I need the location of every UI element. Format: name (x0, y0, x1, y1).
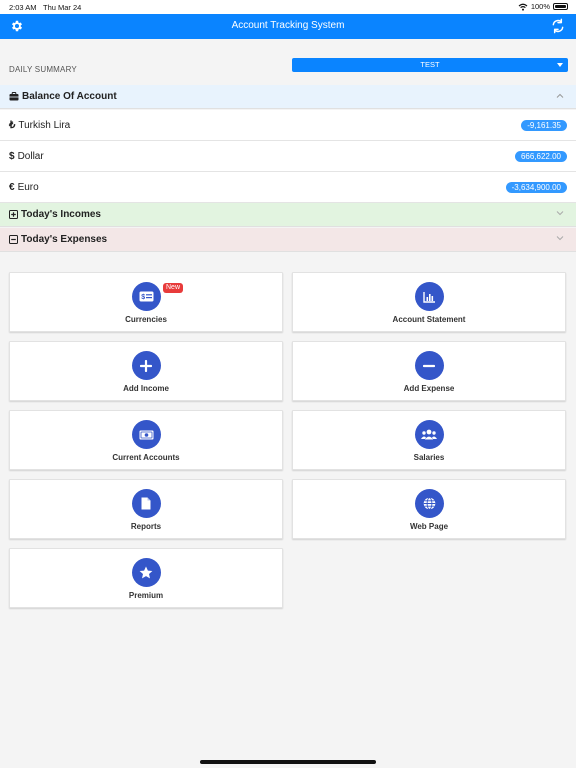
summary-select[interactable]: TEST (292, 58, 568, 72)
expenses-section-title: Today's Expenses (21, 234, 108, 245)
star-icon-circle (131, 558, 161, 587)
currency-name: Dollar (17, 150, 44, 162)
expenses-section-header[interactable]: Today's Expenses (0, 228, 576, 252)
cash-icon-circle (131, 420, 161, 449)
currency-icon-circle: $ (131, 282, 161, 311)
chevron-down-icon (556, 236, 564, 241)
card-label: Salaries (413, 453, 445, 462)
balance-row-euro: € Euro -3,634,900.00 (0, 172, 576, 203)
reports-button[interactable]: Reports (9, 479, 283, 539)
chevron-up-icon (556, 93, 564, 98)
card-label: Currencies (125, 315, 167, 324)
page-title: Account Tracking System (231, 20, 345, 31)
add-income-button[interactable]: Add Income (9, 341, 283, 401)
cash-icon (139, 430, 153, 439)
wifi-icon (518, 3, 528, 11)
lira-icon: ₺ (9, 119, 16, 131)
minus-icon (423, 364, 435, 367)
chart-icon-circle (414, 282, 444, 311)
currency-icon: $ (139, 291, 153, 302)
chevron-down-icon (556, 211, 564, 216)
briefcase-icon (9, 92, 19, 101)
account-statement-button[interactable]: Account Statement (292, 272, 566, 332)
currency-name: Euro (17, 181, 39, 193)
card-label: Add Expense (403, 384, 455, 393)
refresh-icon[interactable] (550, 18, 566, 34)
balance-section-header[interactable]: Balance Of Account (0, 85, 576, 109)
users-icon (421, 429, 437, 440)
minus-icon-circle (414, 351, 444, 380)
caret-down-icon (557, 63, 563, 67)
plus-icon-circle (131, 351, 161, 380)
currencies-button[interactable]: $ New Currencies (9, 272, 283, 332)
amount-badge: 666,622.00 (514, 151, 567, 162)
incomes-section-header[interactable]: Today's Incomes (0, 203, 576, 227)
star-icon (139, 566, 153, 579)
balance-row-dollar: $ Dollar 666,622.00 (0, 141, 576, 172)
web-page-button[interactable]: Web Page (292, 479, 566, 539)
euro-icon: € (9, 181, 15, 193)
amount-badge: -9,161.35 (521, 120, 567, 131)
daily-summary-label: DAILY SUMMARY (9, 65, 77, 74)
add-expense-button[interactable]: Add Expense (292, 341, 566, 401)
currency-name: Turkish Lira (18, 119, 71, 131)
plus-square-icon (9, 210, 18, 219)
plus-icon (140, 359, 152, 372)
card-label: Add Income (123, 384, 169, 393)
chart-icon (422, 291, 435, 303)
minus-square-icon (9, 235, 18, 244)
dollar-icon: $ (9, 150, 15, 162)
card-label: Web Page (409, 522, 449, 531)
globe-icon (423, 497, 435, 510)
balance-section-title: Balance Of Account (22, 91, 117, 102)
users-icon-circle (414, 420, 444, 449)
amount-badge: -3,634,900.00 (505, 182, 567, 193)
card-label: Account Statement (392, 315, 466, 324)
document-icon (141, 497, 151, 510)
status-right: 100% (518, 2, 568, 11)
battery-icon (553, 3, 568, 10)
battery-percent: 100% (530, 2, 550, 11)
status-bar: 2:03 AM Thu Mar 24 100% (0, 0, 576, 14)
globe-icon-circle (414, 489, 444, 518)
document-icon-circle (131, 489, 161, 518)
card-label: Reports (130, 522, 162, 531)
current-accounts-button[interactable]: Current Accounts (9, 410, 283, 470)
home-indicator[interactable] (200, 760, 376, 764)
card-label: Current Accounts (112, 453, 180, 462)
status-date: Thu Mar 24 (43, 3, 82, 12)
card-label: Premium (128, 591, 164, 600)
incomes-section-title: Today's Incomes (21, 209, 101, 220)
svg-text:$: $ (141, 294, 145, 301)
summary-select-value: TEST (420, 60, 440, 69)
nav-bar: Account Tracking System (0, 14, 576, 39)
new-badge: New (163, 283, 184, 293)
premium-button[interactable]: Premium (9, 548, 283, 608)
salaries-button[interactable]: Salaries (292, 410, 566, 470)
balance-row-turkish-lira: ₺ Turkish Lira -9,161.35 (0, 110, 576, 141)
status-time: 2:03 AM (9, 3, 37, 12)
